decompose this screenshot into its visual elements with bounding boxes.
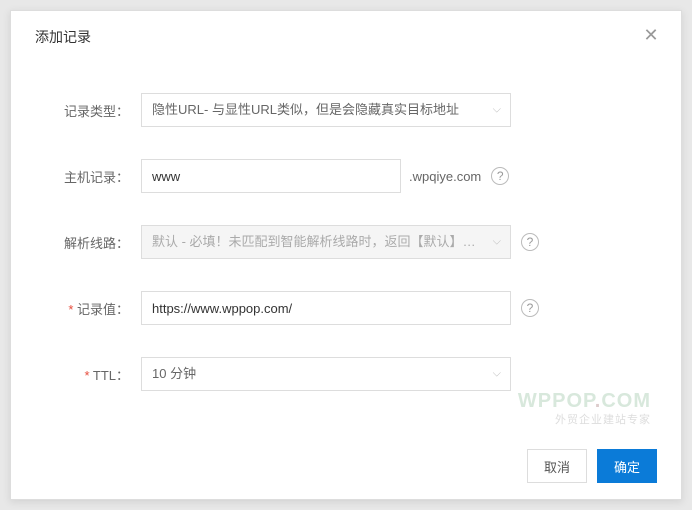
- row-record-value: 记录值： ?: [51, 291, 641, 325]
- modal-header: 添加记录 ✕: [11, 11, 681, 63]
- modal-footer: 取消 确定: [527, 449, 657, 483]
- select-record-type-value: 隐性URL- 与显性URL类似，但是会隐藏真实目标地址: [141, 93, 511, 127]
- label-ttl: TTL：: [51, 365, 141, 384]
- input-host-record[interactable]: [141, 159, 401, 193]
- select-ttl-value: 10 分钟: [141, 357, 511, 391]
- row-resolve-line: 解析线路： 默认 - 必填！未匹配到智能解析线路时，返回【默认】线路设... ⌵…: [51, 225, 641, 259]
- label-record-value: 记录值：: [51, 299, 141, 318]
- modal-title: 添加记录: [35, 27, 657, 47]
- select-ttl[interactable]: 10 分钟 ⌵: [141, 357, 511, 391]
- label-record-type: 记录类型：: [51, 101, 141, 120]
- input-record-value[interactable]: [141, 291, 511, 325]
- select-resolve-line-value: 默认 - 必填！未匹配到智能解析线路时，返回【默认】线路设...: [141, 225, 511, 259]
- row-ttl: TTL： 10 分钟 ⌵: [51, 357, 641, 391]
- add-record-modal: 添加记录 ✕ 记录类型： 隐性URL- 与显性URL类似，但是会隐藏真实目标地址…: [10, 10, 682, 500]
- close-icon[interactable]: ✕: [641, 25, 661, 45]
- host-suffix: .wpqiye.com: [409, 169, 481, 184]
- help-icon[interactable]: ?: [521, 233, 539, 251]
- cancel-button[interactable]: 取消: [527, 449, 587, 483]
- row-record-type: 记录类型： 隐性URL- 与显性URL类似，但是会隐藏真实目标地址 ⌵: [51, 93, 641, 127]
- help-icon[interactable]: ?: [491, 167, 509, 185]
- row-host-record: 主机记录： .wpqiye.com ?: [51, 159, 641, 193]
- modal-body: 记录类型： 隐性URL- 与显性URL类似，但是会隐藏真实目标地址 ⌵ 主机记录…: [11, 63, 681, 433]
- select-resolve-line[interactable]: 默认 - 必填！未匹配到智能解析线路时，返回【默认】线路设... ⌵: [141, 225, 511, 259]
- select-record-type[interactable]: 隐性URL- 与显性URL类似，但是会隐藏真实目标地址 ⌵: [141, 93, 511, 127]
- confirm-button[interactable]: 确定: [597, 449, 657, 483]
- help-icon[interactable]: ?: [521, 299, 539, 317]
- label-host-record: 主机记录：: [51, 167, 141, 186]
- label-resolve-line: 解析线路：: [51, 233, 141, 252]
